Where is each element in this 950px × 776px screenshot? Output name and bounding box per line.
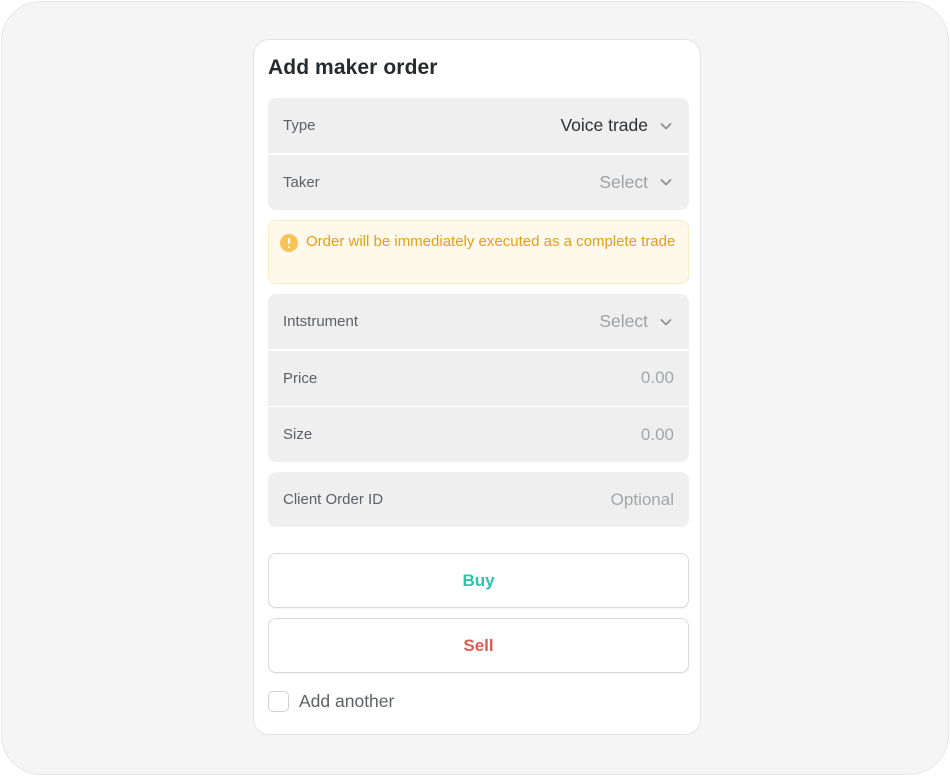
chevron-down-icon (658, 118, 674, 134)
taker-value: Select (599, 171, 648, 192)
order-details-group: Intstrument Select Price 0.00 Size 0.00 (268, 294, 689, 462)
client-order-id-placeholder[interactable]: Optional (611, 490, 674, 510)
size-label: Size (283, 426, 313, 443)
type-select[interactable]: Type Voice trade (268, 98, 689, 153)
buy-button[interactable]: Buy (268, 553, 689, 608)
client-order-id-label: Client Order ID (283, 491, 384, 508)
order-type-group: Type Voice trade Taker Select (268, 98, 689, 210)
price-input[interactable]: Price 0.00 (268, 350, 689, 406)
instrument-select[interactable]: Intstrument Select (268, 294, 689, 349)
execution-notice: Order will be immediately executed as a … (268, 220, 689, 284)
size-value[interactable]: 0.00 (641, 425, 674, 445)
size-input[interactable]: Size 0.00 (268, 407, 689, 462)
warning-circle-icon (280, 234, 298, 252)
taker-select[interactable]: Taker Select (268, 154, 689, 210)
type-label: Type (283, 117, 316, 134)
taker-label: Taker (283, 173, 320, 191)
form-title: Add maker order (268, 56, 438, 79)
client-order-id-group: Client Order ID Optional (268, 472, 689, 527)
price-value[interactable]: 0.00 (641, 368, 674, 388)
app-frame: Add maker order Type Voice trade Taker S… (1, 1, 949, 775)
add-another-option[interactable]: Add another (268, 691, 394, 712)
sell-button[interactable]: Sell (268, 618, 689, 673)
instrument-label: Intstrument (283, 313, 359, 330)
add-another-checkbox[interactable] (268, 691, 289, 712)
type-value: Voice trade (560, 115, 648, 135)
client-order-id-input[interactable]: Client Order ID Optional (268, 472, 689, 527)
chevron-down-icon (658, 314, 674, 330)
notice-text: Order will be immediately executed as a … (306, 233, 676, 250)
price-label: Price (283, 369, 318, 387)
chevron-down-icon (658, 174, 674, 190)
instrument-value: Select (599, 311, 648, 331)
add-maker-order-card: Add maker order Type Voice trade Taker S… (253, 39, 701, 735)
add-another-label: Add another (299, 691, 395, 711)
